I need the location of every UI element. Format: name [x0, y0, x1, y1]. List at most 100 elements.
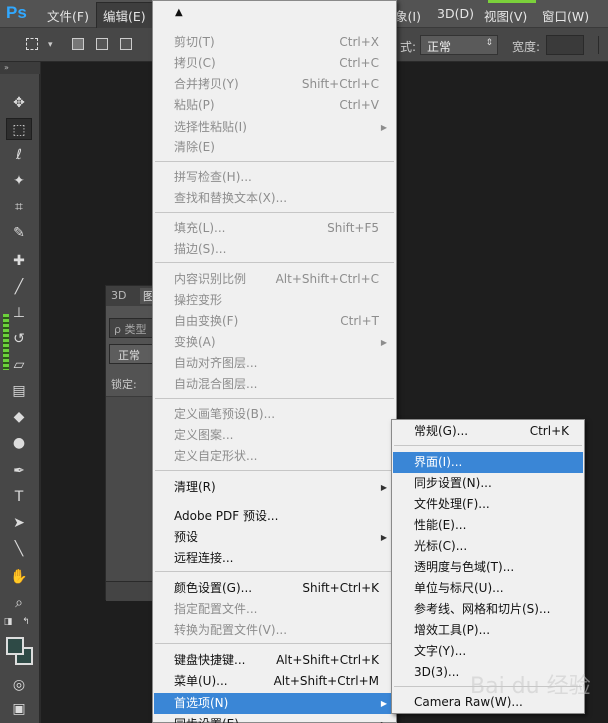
menu-item-shortcut: Ctrl+X: [339, 35, 379, 49]
dodge-tool-icon[interactable]: ●: [6, 432, 32, 454]
edit-menu-item-25[interactable]: 转换为配置文件(V)...: [154, 620, 395, 641]
menu-item-label: 远程连接...: [174, 551, 234, 565]
edit-menu-item-17[interactable]: 定义图案...: [154, 425, 395, 446]
edit-menu-item-8[interactable]: 填充(L)... Shift+F5: [154, 218, 395, 239]
healing-brush-icon[interactable]: ✚: [6, 250, 32, 272]
submenu-arrow-icon: ▶: [380, 338, 387, 347]
pref-menu-item-4[interactable]: 性能(E)...: [393, 515, 583, 536]
eyedropper-icon[interactable]: ✎: [6, 222, 32, 244]
menu-image[interactable]: 象(I): [395, 6, 421, 25]
watermark: Bai du 经验: [470, 674, 591, 699]
history-brush-icon[interactable]: ↺: [6, 328, 32, 350]
edit-menu-item-7[interactable]: 查找和替换文本(X)...: [154, 188, 395, 209]
edit-menu-item-26[interactable]: 键盘快捷键... Alt+Shift+Ctrl+K: [154, 650, 395, 671]
move-tool-icon[interactable]: ✥: [6, 92, 32, 114]
path-selection-icon[interactable]: ➤: [6, 512, 32, 534]
swap-colors-icon[interactable]: ↰: [20, 616, 32, 628]
new-selection-icon[interactable]: [72, 38, 84, 50]
clone-stamp-icon[interactable]: ⊥: [6, 302, 32, 324]
pref-menu-item-3[interactable]: 文件处理(F)...: [393, 494, 583, 515]
add-selection-icon[interactable]: [96, 38, 108, 50]
edit-menu-item-14[interactable]: 自动对齐图层...: [154, 353, 395, 374]
menu-item-label: 清理(R): [174, 480, 216, 494]
edit-menu-item-24[interactable]: 指定配置文件...: [154, 599, 395, 620]
edit-menu-item-3[interactable]: 粘贴(P) Ctrl+V: [154, 95, 395, 116]
pref-menu-item-7[interactable]: 单位与标尺(U)...: [393, 578, 583, 599]
type-tool-icon[interactable]: T: [6, 486, 32, 508]
menu-separator: [155, 470, 394, 471]
edit-menu-item-29[interactable]: 同步设置(E) ▶: [154, 714, 395, 723]
menu-item-label: 转换为配置文件(V)...: [174, 623, 288, 637]
blend-mode-select[interactable]: 正常: [109, 344, 155, 364]
crop-tool-icon[interactable]: ⌗: [6, 196, 32, 218]
edit-menu-item-27[interactable]: 菜单(U)... Alt+Shift+Ctrl+M: [154, 671, 395, 692]
menu-item-label: 内容识别比例: [174, 272, 247, 286]
edit-menu-item-1[interactable]: 拷贝(C) Ctrl+C: [154, 53, 395, 74]
edit-menu-item-0[interactable]: 剪切(T) Ctrl+X: [154, 32, 395, 53]
menu-item-label: 同步设置(E): [174, 714, 239, 723]
menu-window[interactable]: 窗口(W): [542, 6, 589, 25]
menu-item-label: 指定配置文件...: [174, 602, 258, 616]
edit-menu-item-12[interactable]: 自由变换(F) Ctrl+T: [154, 311, 395, 332]
quick-mask-icon[interactable]: ◎: [6, 674, 32, 696]
edit-menu-item-11[interactable]: 操控变形: [154, 290, 395, 311]
edit-menu-item-15[interactable]: 自动混合图层...: [154, 374, 395, 395]
pref-menu-item-1[interactable]: 界面(I)...: [393, 452, 583, 473]
width-input[interactable]: [546, 35, 584, 55]
pref-menu-item-5[interactable]: 光标(C)...: [393, 536, 583, 557]
toolbox-collapse-icon[interactable]: »: [0, 62, 40, 74]
pref-menu-item-2[interactable]: 同步设置(N)...: [393, 473, 583, 494]
blur-tool-icon[interactable]: ◆: [6, 406, 32, 428]
gradient-tool-icon[interactable]: ▤: [6, 380, 32, 402]
edit-menu-item-28[interactable]: 首选项(N) ▶: [154, 693, 395, 714]
edit-menu-item-16[interactable]: 定义画笔预设(B)...: [154, 404, 395, 425]
menu-view[interactable]: 视图(V): [484, 6, 527, 25]
preset-dropdown-icon[interactable]: ▾: [48, 40, 53, 50]
title-indicator: [488, 0, 536, 3]
menu-item-label: 查找和替换文本(X)...: [174, 191, 288, 205]
edit-menu-item-6[interactable]: 拼写检查(H)...: [154, 167, 395, 188]
edit-menu: ▲ 剪切(T) Ctrl+X 拷贝(C) Ctrl+C 合并拷贝(Y) Shift+Ctr…: [152, 0, 397, 723]
menu-edit[interactable]: 编辑(E): [96, 2, 153, 29]
default-colors-icon[interactable]: ◨: [2, 616, 14, 628]
menu-item-label: 自由变换(F): [174, 314, 239, 328]
pref-menu-item-10[interactable]: 文字(Y)...: [393, 641, 583, 662]
edit-menu-item-4[interactable]: 选择性粘贴(I) ▶: [154, 117, 395, 138]
foreground-color-swatch[interactable]: [6, 637, 24, 655]
edit-menu-item-20[interactable]: Adobe PDF 预设...: [154, 506, 395, 527]
pref-menu-item-0[interactable]: 常规(G)... Ctrl+K: [393, 421, 583, 442]
edit-menu-item-23[interactable]: 颜色设置(G)... Shift+Ctrl+K: [154, 578, 395, 599]
brush-tool-icon[interactable]: ╱: [6, 276, 32, 298]
tab-3d[interactable]: 3D: [111, 289, 126, 302]
pen-tool-icon[interactable]: ✒: [6, 460, 32, 482]
edit-menu-item-2[interactable]: 合并拷贝(Y) Shift+Ctrl+C: [154, 74, 395, 95]
lasso-tool-icon[interactable]: ℓ: [6, 144, 32, 166]
menu-file[interactable]: 文件(F): [47, 6, 89, 25]
subtract-selection-icon[interactable]: [120, 38, 132, 50]
menu-item-label: 变换(A): [174, 335, 216, 349]
menu-item-shortcut: Shift+Ctrl+K: [302, 581, 379, 595]
pref-menu-item-8[interactable]: 参考线、网格和切片(S)...: [393, 599, 583, 620]
style-select[interactable]: 正常 ⇕: [420, 35, 498, 55]
pref-menu-item-9[interactable]: 增效工具(P)...: [393, 620, 583, 641]
edit-menu-item-9[interactable]: 描边(S)...: [154, 239, 395, 260]
marquee-preset-icon[interactable]: [26, 38, 38, 50]
line-tool-icon[interactable]: ╲: [6, 538, 32, 560]
screen-mode-icon[interactable]: ▣: [6, 698, 32, 720]
pref-menu-item-6[interactable]: 透明度与色域(T)...: [393, 557, 583, 578]
edit-menu-item-13[interactable]: 变换(A) ▶: [154, 332, 395, 353]
edit-menu-item-21[interactable]: 预设 ▶: [154, 527, 395, 548]
menu-3d[interactable]: 3D(D): [437, 6, 474, 21]
edit-menu-item-5[interactable]: 清除(E): [154, 137, 395, 158]
edit-menu-item-10[interactable]: 内容识别比例 Alt+Shift+Ctrl+C: [154, 269, 395, 290]
zoom-tool-icon[interactable]: ⌕: [6, 592, 32, 614]
marquee-tool-icon[interactable]: ⬚: [6, 118, 32, 140]
magic-wand-icon[interactable]: ✦: [6, 170, 32, 192]
edit-menu-item-19[interactable]: 清理(R) ▶: [154, 477, 395, 498]
menu-scroll-up[interactable]: ▲: [153, 1, 396, 27]
hand-tool-icon[interactable]: ✋: [6, 566, 32, 588]
eraser-icon[interactable]: ▱: [6, 354, 32, 376]
layer-filter-input[interactable]: ρ 类型: [109, 318, 155, 338]
edit-menu-item-18[interactable]: 定义自定形状...: [154, 446, 395, 467]
edit-menu-item-22[interactable]: 远程连接...: [154, 548, 395, 569]
